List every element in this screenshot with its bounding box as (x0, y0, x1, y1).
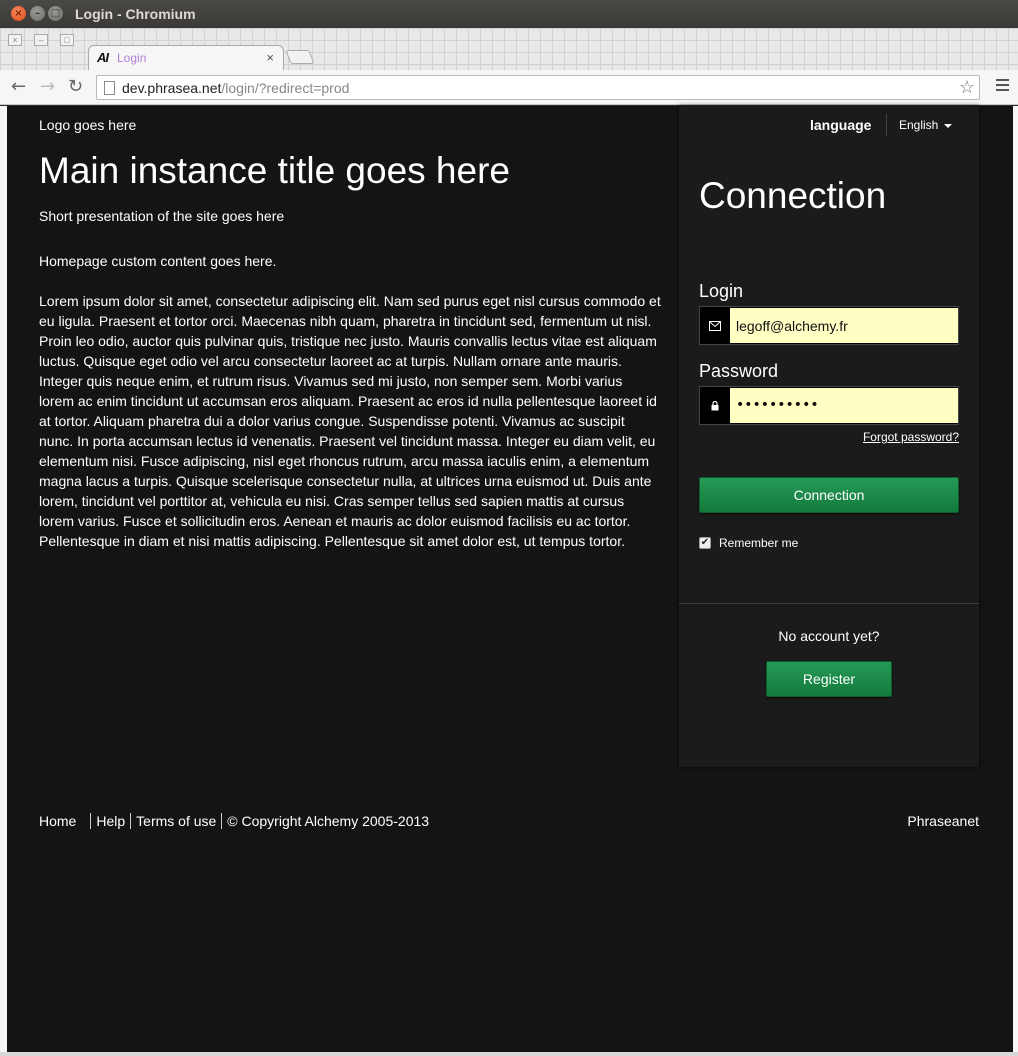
remember-me-checkbox[interactable]: ✔ (699, 537, 711, 549)
window-maximize-icon[interactable]: □ (48, 6, 63, 21)
no-account-text: No account yet? (778, 628, 880, 644)
inner-minimize-icon[interactable]: – (34, 34, 48, 46)
login-input-group (699, 306, 959, 345)
window-minimize-icon[interactable]: – (30, 6, 45, 21)
password-mask: •••••••••• (736, 397, 819, 413)
custom-content-heading: Homepage custom content goes here. (39, 253, 277, 269)
tab-strip: × – □ AI Login × (0, 28, 1018, 70)
connection-title: Connection (699, 175, 887, 216)
forward-arrow-icon[interactable]: → (40, 76, 55, 97)
browser-toolbar: ← → ↻ dev.phrasea.net/login/?redirect=pr… (0, 70, 1018, 105)
envelope-icon (700, 307, 730, 344)
window-close-icon[interactable]: × (11, 6, 26, 21)
window-title: Login - Chromium (75, 6, 196, 22)
connection-button[interactable]: Connection (699, 477, 959, 513)
homepage-body-text: Lorem ipsum dolor sit amet, consectetur … (39, 293, 661, 549)
inner-maximize-icon[interactable]: □ (60, 34, 74, 46)
url-path: /login/?redirect=prod (221, 80, 350, 96)
tab-close-icon[interactable]: × (266, 50, 274, 65)
language-label: language (810, 117, 872, 133)
browser-menu-icon[interactable] (996, 79, 1009, 91)
favicon-icon: AI (97, 50, 109, 65)
url-text[interactable]: dev.phrasea.net/login/?redirect=prod (122, 80, 349, 96)
new-tab-button[interactable] (285, 50, 315, 64)
password-input-group: •••••••••• (699, 386, 959, 425)
language-select[interactable]: English (899, 118, 953, 132)
window-left-edge (0, 106, 7, 1052)
tab-label: Login (117, 51, 147, 65)
footer-copyright: © Copyright Alchemy 2005-2013 (221, 813, 434, 829)
caret-down-icon (944, 123, 953, 128)
forgot-password-link[interactable]: Forgot password? (863, 430, 959, 444)
footer-help-link[interactable]: Help (90, 813, 130, 829)
bookmark-star-icon[interactable]: ☆ (959, 77, 975, 98)
site-logo: Logo goes here (39, 117, 137, 133)
remember-me-row[interactable]: ✔ Remember me (699, 536, 798, 550)
login-input[interactable] (730, 308, 958, 343)
register-button[interactable]: Register (766, 661, 892, 697)
url-host: dev.phrasea.net (122, 80, 222, 96)
footer-links: Home Help Terms of use © Copyright Alche… (39, 813, 434, 829)
back-arrow-icon[interactable]: ← (11, 76, 26, 97)
page-viewport: Logo goes here Main instance title goes … (7, 106, 1013, 1052)
footer-terms-link[interactable]: Terms of use (130, 813, 221, 829)
window-titlebar: × – □ Login - Chromium (0, 0, 1018, 28)
window-bottom-edge (0, 1052, 1018, 1056)
footer-home-link[interactable]: Home (39, 813, 90, 829)
login-label: Login (699, 281, 744, 301)
page-icon (104, 81, 115, 95)
inner-close-icon[interactable]: × (8, 34, 22, 46)
window-right-edge (1013, 106, 1018, 1052)
site-presentation: Short presentation of the site goes here (39, 208, 285, 224)
panel-divider (679, 603, 979, 604)
language-divider (886, 114, 887, 136)
main-title: Main instance title goes here (39, 150, 510, 191)
reload-icon[interactable]: ↻ (68, 76, 83, 97)
lock-icon (700, 387, 730, 424)
footer-brand: Phraseanet (907, 813, 979, 829)
remember-me-label: Remember me (719, 536, 799, 550)
language-selected: English (899, 118, 939, 132)
tab-login[interactable]: AI Login × (88, 45, 284, 70)
login-panel: language English Connection Login Passwo… (679, 106, 979, 767)
address-bar[interactable]: dev.phrasea.net/login/?redirect=prod ☆ (96, 75, 980, 100)
password-label: Password (699, 361, 779, 381)
